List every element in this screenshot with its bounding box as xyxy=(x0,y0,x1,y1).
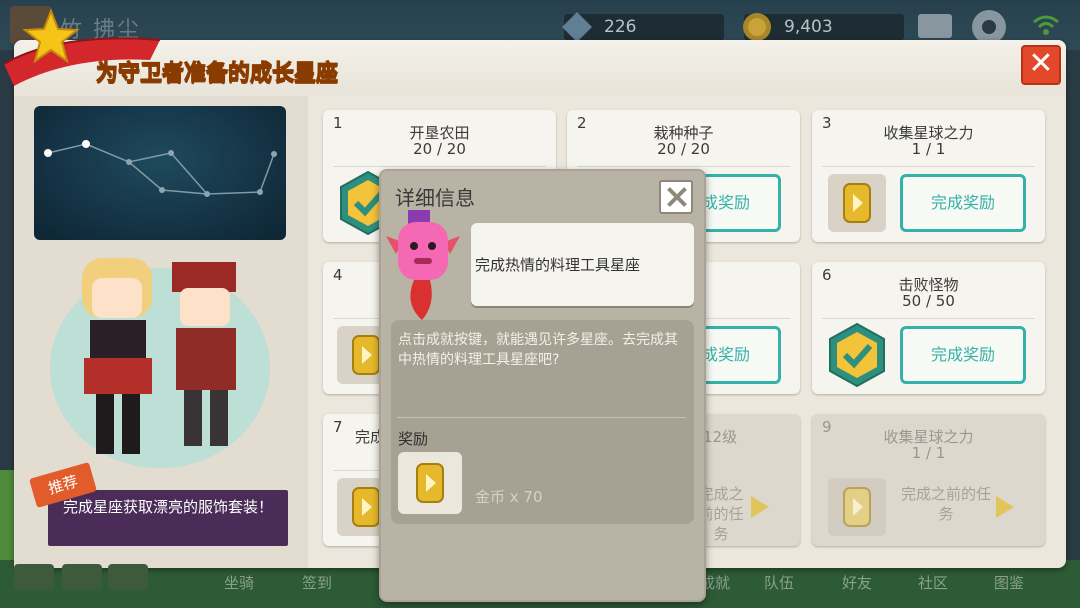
card-progress: 1 / 1 xyxy=(911,444,946,462)
close-button[interactable]: ✕ xyxy=(1021,45,1061,85)
gem-counter[interactable]: 226 xyxy=(562,12,724,42)
coin-icon xyxy=(843,183,871,223)
locked-message: 完成之前的任务 xyxy=(900,485,991,523)
card-progress: 1 / 1 xyxy=(911,140,946,158)
card-progress: 20 / 20 xyxy=(657,140,710,158)
card-divider xyxy=(822,470,1035,471)
card-progress: 20 / 20 xyxy=(413,140,466,158)
reward-label: 奖励 xyxy=(398,430,429,448)
coin-icon xyxy=(416,463,444,503)
panel-title: 为守卫者准备的成长星座 xyxy=(95,61,339,87)
card-divider xyxy=(577,166,790,167)
coin-counter[interactable]: 9,403 xyxy=(743,13,904,41)
description-text: 点击成就按键，就能遇见许多星座。去完成其中热情的料理工具星座吧? xyxy=(398,332,678,368)
voice-button[interactable] xyxy=(108,564,148,590)
tab-codex[interactable]: 图鉴 xyxy=(994,572,1024,593)
constellation-lines xyxy=(44,140,277,197)
card-divider xyxy=(822,166,1035,167)
tab-team[interactable]: 队伍 xyxy=(764,572,794,593)
reward-amount: 金币 x 70 xyxy=(475,488,543,506)
card-divider xyxy=(333,166,546,167)
chat-button[interactable] xyxy=(14,564,54,590)
constellation-map xyxy=(34,106,286,240)
promo-text: 完成星座获取漂亮的服饰套装！ xyxy=(62,498,273,516)
mail-icon[interactable] xyxy=(918,14,952,38)
card-progress: 50 / 50 xyxy=(902,292,955,310)
arrow-right-icon xyxy=(996,496,1014,518)
gear-icon[interactable] xyxy=(972,10,1006,44)
character-outfits-illustration xyxy=(50,258,270,468)
tab-community[interactable]: 社区 xyxy=(918,572,948,593)
pet-mascot-icon xyxy=(386,210,460,320)
coin-icon xyxy=(743,13,771,41)
achievement-card-3: 3 收集星球之力 1 / 1 完成奖励 xyxy=(812,110,1045,242)
reward-icon-box xyxy=(828,478,886,536)
speech-text: 完成热情的料理工具星座 xyxy=(475,256,641,274)
reward-icon-box xyxy=(828,174,886,232)
star-icon xyxy=(22,8,80,64)
card-divider xyxy=(822,318,1035,319)
claim-reward-button[interactable]: 完成奖励 xyxy=(900,174,1026,232)
gem-count: 226 xyxy=(604,17,637,37)
popup-close-button[interactable] xyxy=(659,180,693,214)
card-number: 7 xyxy=(333,418,343,436)
gem-icon xyxy=(562,12,592,42)
coin-icon xyxy=(843,487,871,527)
popup-title: 详细信息 xyxy=(395,186,475,210)
edit-button[interactable] xyxy=(62,564,102,590)
achievement-card-6: 6 击败怪物 50 / 50 完成奖励 xyxy=(812,262,1045,394)
coin-count: 9,403 xyxy=(784,17,833,37)
wifi-signal-icon xyxy=(1033,15,1059,35)
tab-friends[interactable]: 好友 xyxy=(842,572,872,593)
achievement-card-9: 9 收集星球之力 1 / 1 完成之前的任务 xyxy=(812,414,1045,546)
description-divider xyxy=(397,417,686,418)
reward-item-box xyxy=(398,452,462,514)
card-number: 4 xyxy=(333,266,343,284)
completed-check-icon xyxy=(829,322,885,388)
card-title: 12级 xyxy=(703,428,738,446)
claim-reward-button[interactable]: 完成奖励 xyxy=(900,326,1026,384)
arrow-right-icon xyxy=(751,496,769,518)
tab-mount[interactable]: 坐骑 xyxy=(224,572,254,593)
tab-signin[interactable]: 签到 xyxy=(302,572,332,593)
